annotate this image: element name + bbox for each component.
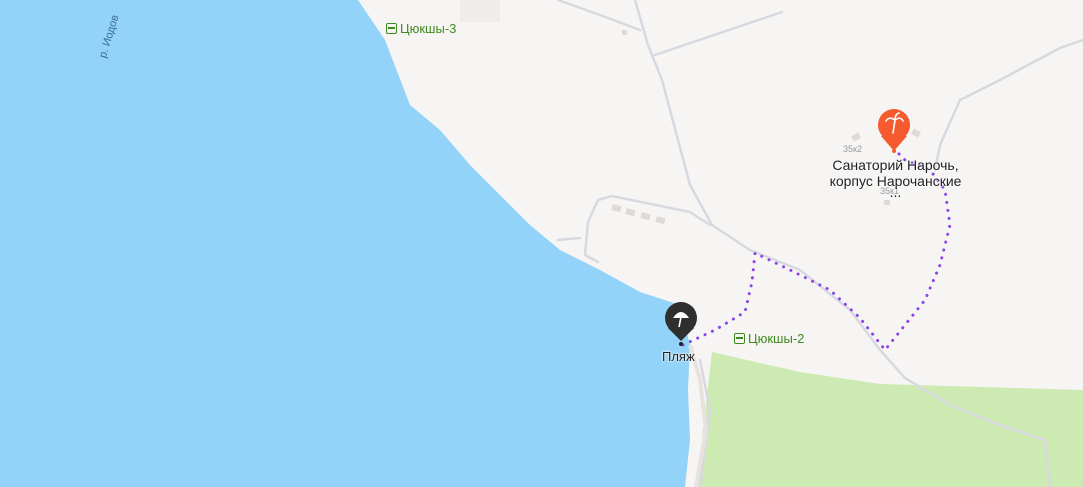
beach-title[interactable]: Пляж xyxy=(662,349,695,364)
bus-stop-icon xyxy=(386,23,397,34)
sanatorium-title-more: ... xyxy=(889,184,902,200)
bus-stop-cyukshy-2[interactable]: Цюкшы-2 xyxy=(734,331,804,346)
sanatorium-title[interactable]: Санаторий Нарочь, корпус Нарочанские ... xyxy=(818,157,973,200)
bus-stop-icon xyxy=(734,333,745,344)
map-base-layer xyxy=(0,0,1083,487)
sanatorium-title-line1: Санаторий Нарочь, xyxy=(832,157,959,173)
bus-stop-cyukshy-3[interactable]: Цюкшы-3 xyxy=(386,21,456,36)
house-number-label: 35к2 xyxy=(843,144,862,154)
map-canvas[interactable]: р. Иодов Цюкшы-3 Цюкшы-2 35к2 35к1 Санат… xyxy=(0,0,1083,487)
bus-stop-label: Цюкшы-3 xyxy=(400,21,457,36)
bus-stop-label: Цюкшы-2 xyxy=(748,331,805,346)
